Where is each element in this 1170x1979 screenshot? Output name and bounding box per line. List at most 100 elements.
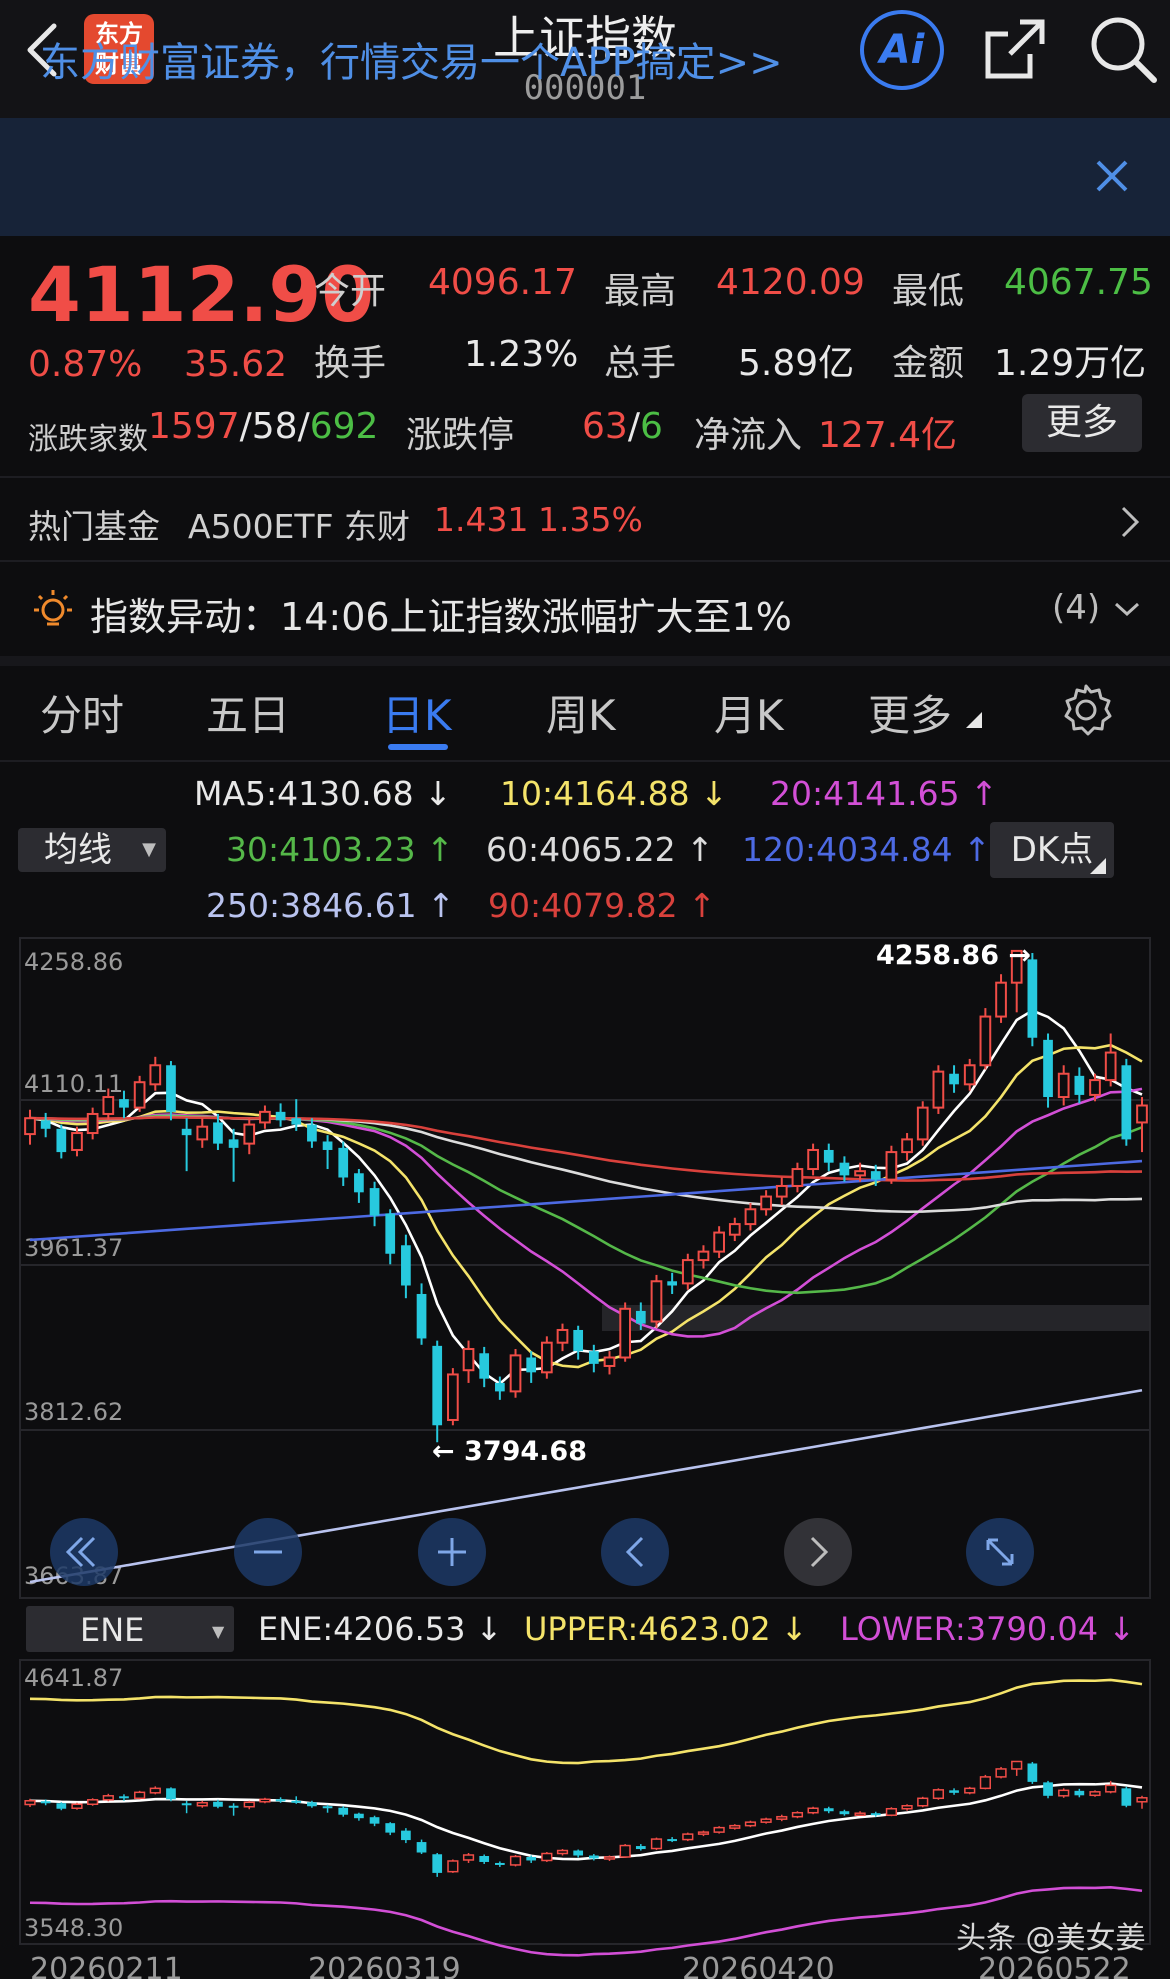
ene-candle-body <box>823 1808 834 1812</box>
tab-intraday[interactable]: 分时 <box>40 682 124 743</box>
candle-body <box>291 1118 302 1125</box>
candle-body <box>901 1138 913 1154</box>
chevron-down-icon[interactable] <box>1112 600 1142 620</box>
ene-candle-body <box>776 1815 788 1820</box>
ene-candle-body <box>432 1854 443 1873</box>
candle-body <box>509 1354 522 1393</box>
rewind-button <box>50 1518 118 1586</box>
promo-banner-text: 东方财富证券，行情交易一个APP搞定>> <box>40 40 783 86</box>
candle-body <box>275 1111 286 1121</box>
ene-lines <box>29 1678 1143 1957</box>
candle-body <box>259 1110 271 1124</box>
triangle-icon <box>966 712 982 728</box>
search-icon[interactable] <box>1086 12 1160 86</box>
ene-candle-body <box>338 1807 349 1815</box>
volume-value: 5.89亿 <box>738 343 855 384</box>
alert-text[interactable]: 指数异动：14:06上证指数涨幅扩大至1% <box>90 586 792 641</box>
candle-body <box>807 1148 819 1171</box>
promo-banner[interactable] <box>0 118 1170 236</box>
share-icon[interactable] <box>980 14 1050 84</box>
ene-candle-body <box>885 1807 898 1816</box>
candle-body <box>119 1099 129 1108</box>
candle-body <box>196 1125 209 1141</box>
candle-body <box>228 1139 239 1148</box>
ene-candle-body <box>1058 1789 1070 1797</box>
ene-candle-body <box>243 1801 255 1808</box>
ene-candle-body <box>854 1812 866 1816</box>
ene-candle-body <box>526 1856 537 1861</box>
fund-percent: 1.35% <box>538 500 643 539</box>
candle-body <box>495 1382 505 1392</box>
ene-candle-body <box>1121 1788 1132 1806</box>
ene-candle-body <box>729 1824 741 1829</box>
candle-body <box>181 1128 192 1136</box>
x-tick-label: 20260211 <box>30 1952 183 1979</box>
ene-value: ENE:4206.53 ↓ <box>258 1610 502 1648</box>
ene-candle-body <box>401 1830 411 1841</box>
tab-five-day[interactable]: 五日 <box>206 682 290 743</box>
candle-body <box>650 1280 663 1323</box>
tab-monthly-k[interactable]: 月K <box>714 682 784 743</box>
candle-body <box>354 1173 364 1193</box>
y-tick-label: 4641.87 <box>24 1664 123 1692</box>
ene-candle-body <box>760 1818 772 1823</box>
candle-body <box>681 1259 694 1285</box>
amount-label: 金额 <box>892 343 965 384</box>
ene-selector-label: ENE <box>80 1611 144 1649</box>
candle-body <box>1074 1075 1085 1095</box>
candle-body <box>1027 959 1038 1038</box>
ma10-value: 10:4164.88 ↓ <box>500 774 728 813</box>
ene-candle-body <box>291 1800 302 1803</box>
fund-name[interactable]: A500ETF 东财 <box>188 500 410 548</box>
ma-selector[interactable]: 均线 ▼ <box>18 828 166 872</box>
ma120-value: 120:4034.84 ↑ <box>742 830 991 869</box>
ene-candle-body <box>196 1802 208 1807</box>
tab-daily-k[interactable]: 日K <box>382 682 452 743</box>
candle-body <box>932 1070 945 1109</box>
ene-candle-body <box>713 1826 725 1833</box>
kline-chart[interactable]: 4258.86 4110.11 3961.37 3812.62 3663.87 … <box>0 930 1170 1979</box>
active-tab-indicator <box>388 744 448 750</box>
prev-button <box>601 1518 669 1586</box>
ene-candle-body <box>1074 1790 1085 1796</box>
candle-body <box>603 1356 616 1367</box>
ene-candle-body <box>979 1776 991 1790</box>
candle-body <box>775 1184 788 1198</box>
candle-body <box>556 1328 569 1344</box>
ma30-line <box>29 1114 1143 1295</box>
candle-body <box>102 1096 115 1115</box>
ene-candle-body <box>588 1855 599 1859</box>
inflow-value: 127.4亿 <box>818 415 958 456</box>
ene-candle-body <box>541 1852 553 1862</box>
tab-more[interactable]: 更多 <box>868 682 952 743</box>
ene-candle-body <box>1089 1791 1101 1797</box>
candle-body <box>839 1162 850 1176</box>
grid <box>20 1099 1150 1431</box>
limit-up: 63 <box>582 406 628 447</box>
ene-mid-line <box>29 1782 1143 1861</box>
gear-icon[interactable] <box>1058 682 1114 738</box>
ai-button[interactable]: Ai <box>860 10 944 90</box>
ene-candle-body <box>354 1813 364 1819</box>
candle-body <box>24 1117 36 1136</box>
candle-body <box>369 1188 380 1216</box>
candle-body <box>1121 1065 1132 1140</box>
close-icon[interactable] <box>1092 156 1132 196</box>
ene-candle-body <box>932 1789 944 1800</box>
more-button[interactable]: 更多 <box>1022 394 1142 452</box>
candle-body <box>870 1171 881 1180</box>
zoom-in-button <box>418 1518 486 1586</box>
ene-candle-body <box>462 1854 475 1861</box>
high-label: 最高 <box>604 271 677 312</box>
candle-body <box>40 1120 51 1129</box>
ene-candle-body <box>228 1805 239 1808</box>
tab-weekly-k[interactable]: 周K <box>546 682 616 743</box>
next-button <box>784 1518 852 1586</box>
candle-body <box>823 1149 834 1163</box>
ene-candle-body <box>650 1838 663 1850</box>
ene-candle-body <box>495 1862 505 1865</box>
chevron-right-icon[interactable] <box>1118 504 1142 540</box>
candle-body <box>307 1124 317 1142</box>
bulb-icon <box>34 590 72 626</box>
candle-body <box>1136 1104 1148 1124</box>
